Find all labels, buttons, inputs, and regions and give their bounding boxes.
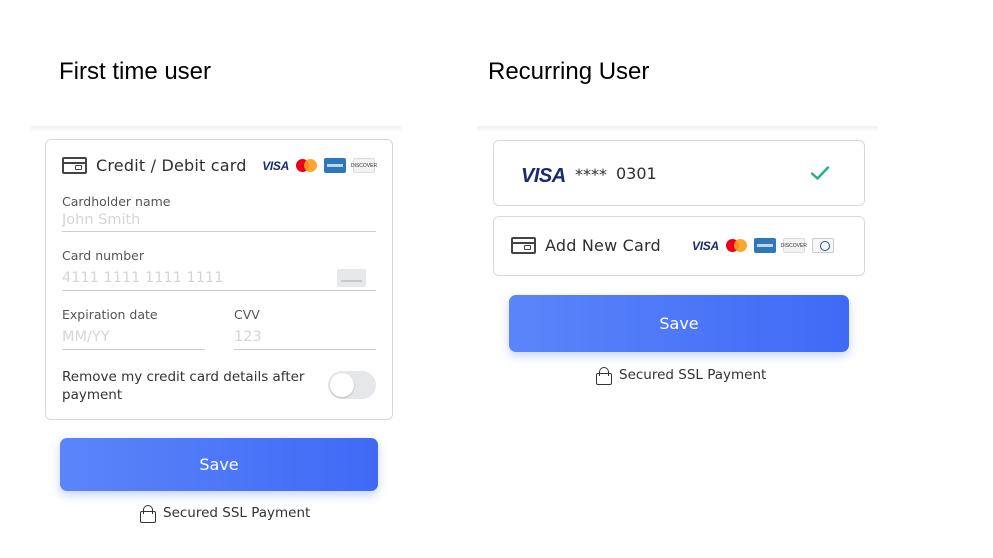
ssl-notice: Secured SSL Payment [596, 367, 767, 385]
ssl-notice: Secured SSL Payment [140, 505, 311, 523]
lock-icon [596, 367, 612, 385]
cardholder-name-input[interactable] [62, 210, 376, 232]
divider-left [31, 126, 401, 131]
save-button[interactable]: Save [509, 295, 849, 352]
cvv-input[interactable] [234, 327, 376, 350]
card-last-four: 0301 [616, 164, 657, 183]
form-header: Credit / Debit card [62, 156, 247, 175]
discover-logo-icon: DISCOVER [351, 158, 377, 173]
card-number-input[interactable] [62, 268, 376, 291]
first-time-user-heading: First time user [59, 58, 212, 85]
add-card-header: Add New Card [511, 236, 661, 255]
mastercard-logo-icon [296, 158, 317, 173]
expiration-date-input[interactable] [62, 327, 205, 350]
credit-card-icon [62, 157, 87, 174]
divider-right [477, 126, 878, 131]
add-new-card-label: Add New Card [545, 236, 661, 255]
card-mask: **** [575, 165, 607, 184]
add-new-card-option[interactable]: Add New Card VISA DISCOVER [493, 216, 865, 276]
cardholder-name-label: Cardholder name [62, 194, 171, 209]
saved-card-option[interactable]: VISA **** 0301 [493, 140, 865, 206]
mastercard-logo-icon [725, 238, 747, 253]
check-icon [810, 166, 830, 180]
credit-card-icon [511, 237, 536, 254]
form-title: Credit / Debit card [96, 156, 247, 175]
visa-logo-icon: VISA [521, 165, 566, 187]
ssl-text: Secured SSL Payment [163, 505, 311, 521]
accepted-brands: VISA DISCOVER [262, 158, 377, 173]
generic-card-icon [337, 269, 366, 287]
visa-logo-icon: VISA [692, 238, 719, 253]
amex-logo-icon [324, 158, 346, 173]
amex-logo-icon [753, 238, 776, 253]
expiration-date-label: Expiration date [62, 307, 158, 322]
discover-logo-icon: DISCOVER [781, 238, 807, 253]
credit-card-form: Credit / Debit card VISA DISCOVER Cardho… [45, 139, 393, 420]
accepted-brands: VISA DISCOVER [692, 238, 834, 253]
remove-card-details-label: Remove my credit card details after paym… [62, 369, 305, 403]
remove-card-details-toggle[interactable] [328, 371, 376, 399]
save-button[interactable]: Save [60, 438, 378, 491]
diners-club-logo-icon [811, 238, 834, 253]
lock-icon [140, 505, 156, 523]
ssl-text: Secured SSL Payment [619, 367, 767, 383]
recurring-user-heading: Recurring User [488, 58, 650, 85]
card-number-label: Card number [62, 248, 145, 263]
visa-logo-icon: VISA [262, 158, 289, 173]
cvv-label: CVV [234, 307, 260, 322]
